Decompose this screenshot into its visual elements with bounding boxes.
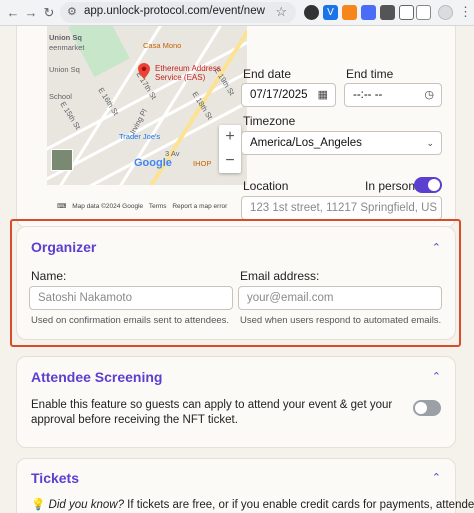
extension-tag-icon[interactable] [361,5,376,20]
attendee-screening-description: Enable this feature so guests can apply … [31,399,393,426]
event-details-card: Union Sq eenmarket Union Sq School Casa … [16,26,456,228]
in-person-toggle[interactable] [414,177,442,193]
end-date-value: 07/17/2025 [250,89,308,101]
calendar-icon[interactable]: ▦ [318,84,328,106]
address-bar[interactable]: ⚙ app.unlock-protocol.com/event/new ☆ [60,2,296,23]
browser-toolbar: ← → ↻ ⚙ app.unlock-protocol.com/event/ne… [0,0,474,26]
location-map[interactable]: Union Sq eenmarket Union Sq School Casa … [47,26,247,185]
map-attribution: ⌨ Map data ©2024 Google Terms Report a m… [57,202,257,212]
end-time-label: End time [346,67,394,81]
chevron-up-icon[interactable]: ⌃ [432,370,441,383]
address-url[interactable]: app.unlock-protocol.com/event/new [84,5,265,17]
map-terms-link[interactable]: Terms [149,203,167,210]
extension-dark-icon[interactable] [304,5,319,20]
bookmark-star-icon[interactable]: ☆ [275,4,287,20]
event-form-page: Union Sq eenmarket Union Sq School Casa … [0,26,474,513]
attendee-screening-title[interactable]: Attendee Screening [31,369,162,385]
toggle-knob [415,402,427,414]
location-label: Location [243,179,289,193]
tickets-info-text: If tickets are free, or if you enable cr… [123,499,474,511]
in-person-label: In person [365,179,416,193]
map-street: E 15th St [58,100,83,131]
map-label: Union Sq [49,65,80,74]
toggle-knob [428,179,440,191]
google-logo: Google [134,157,172,169]
chevron-up-icon[interactable]: ⌃ [432,471,441,484]
tickets-card: Tickets ⌃ 💡 Did you know? If tickets are… [16,458,474,513]
attendee-screening-card: Attendee Screening ⌃ Enable this feature… [16,356,456,448]
location-address-input[interactable]: 123 1st street, 11217 Springfield, US [241,196,442,220]
browser-menu-icon[interactable]: ⋮ [459,4,472,20]
street-view-thumbnail[interactable] [51,149,73,171]
chevron-down-icon[interactable]: ⌄ [426,132,434,154]
back-arrow-icon[interactable]: ← [4,4,22,22]
lightbulb-icon: 💡 [31,499,46,511]
extension-v-icon[interactable]: V [323,5,338,20]
did-you-know-label: Did you know? [48,499,124,511]
map-label: Union Sq [49,33,82,42]
forward-arrow-icon[interactable]: → [22,4,40,22]
map-label: eenmarket [49,43,85,52]
map-poi[interactable]: Trader Joe's [119,132,160,141]
map-poi[interactable]: Casa Mono [143,41,181,50]
attendee-screening-toggle[interactable] [413,400,441,416]
map-data-text: Map data ©2024 Google [72,203,144,210]
metamask-fox-icon[interactable] [342,5,357,20]
timezone-value: America/Los_Angeles [250,137,362,149]
zoom-out-icon[interactable]: − [219,149,241,173]
map-pin-label: Ethereum Address Service (EAS) [155,64,221,82]
end-date-label: End date [243,67,292,81]
map-zoom-control: + − [219,125,241,173]
clock-icon[interactable]: ◷ [424,84,434,106]
organizer-highlight [10,219,461,347]
extensions-puzzle-icon[interactable] [399,5,414,20]
reload-icon[interactable]: ↻ [40,4,58,22]
end-time-input[interactable]: --:-- -- ◷ [344,83,442,107]
map-pin-icon[interactable] [138,63,150,79]
tickets-title[interactable]: Tickets [31,470,79,486]
timezone-select[interactable]: America/Los_Angeles ⌄ [241,131,442,155]
end-time-value: --:-- -- [353,89,383,101]
profile-avatar-icon[interactable] [438,5,453,20]
timezone-label: Timezone [243,114,296,128]
map-poi[interactable]: IHOP [193,159,211,168]
site-info-icon[interactable]: ⚙ [67,5,77,18]
map-label: School [49,92,72,101]
zoom-in-icon[interactable]: + [219,125,241,149]
extension-square-icon[interactable] [380,5,395,20]
tickets-info: 💡 Did you know? If tickets are free, or … [31,498,474,513]
map-report-link[interactable]: Report a map error [172,203,227,210]
sidepanel-icon[interactable] [416,5,431,20]
keyboard-icon[interactable]: ⌨ [57,203,66,210]
end-date-input[interactable]: 07/17/2025 ▦ [241,83,336,107]
